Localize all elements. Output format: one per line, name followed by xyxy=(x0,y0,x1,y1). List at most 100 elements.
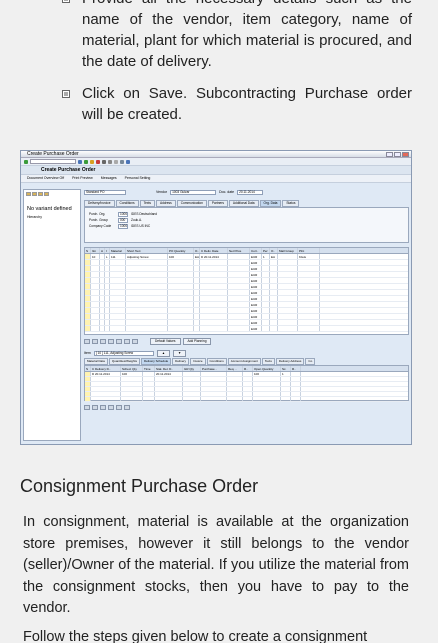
add-planning-button[interactable]: Add Planning xyxy=(182,338,212,345)
delete-row-icon[interactable] xyxy=(100,405,106,410)
window-controls xyxy=(386,152,409,157)
messages-button[interactable]: Messages xyxy=(101,176,117,181)
filter-icon[interactable] xyxy=(124,405,130,410)
document-overview-panel: No variant defined Hierarchy xyxy=(23,189,81,441)
column-header[interactable]: Material xyxy=(110,248,126,253)
section-paragraph-2: Follow the steps given below to create a… xyxy=(23,629,368,643)
column-header[interactable]: O.. xyxy=(270,248,278,253)
tab-item-detail[interactable]: Delivery Address xyxy=(275,358,305,365)
tab-item-detail[interactable]: Material Data xyxy=(84,358,108,365)
window-titlebar: Create Purchase Order xyxy=(21,151,411,158)
column-header[interactable]: Sched. Qty xyxy=(121,366,143,371)
cancel-icon[interactable] xyxy=(96,159,100,164)
default-values-button[interactable]: Default Values xyxy=(150,338,181,345)
column-header[interactable]: GR Qty xyxy=(183,366,201,371)
tab-texts[interactable]: Texts xyxy=(139,200,156,207)
filter-icon[interactable] xyxy=(124,339,130,344)
add-row-icon[interactable] xyxy=(92,339,98,344)
tab-communication[interactable]: Communication xyxy=(176,200,207,207)
tab-partners[interactable]: Partners xyxy=(207,200,228,207)
filter-icon[interactable] xyxy=(32,192,37,196)
column-header[interactable]: R.. xyxy=(243,366,253,371)
layout-icon[interactable] xyxy=(44,192,49,196)
doc-overview-button[interactable]: Document Overview Off xyxy=(27,176,64,181)
folder-icon[interactable] xyxy=(26,192,31,196)
column-header[interactable]: C Deliv. Date xyxy=(200,248,228,253)
tab-item-detail[interactable]: Co xyxy=(305,358,316,365)
list-item: Click on Save. Subcontracting Purchase o… xyxy=(60,83,412,125)
vendor-field[interactable]: 1003 Gulzar xyxy=(170,190,217,195)
tab-status[interactable]: Status xyxy=(282,200,300,207)
save-icon[interactable] xyxy=(78,159,82,164)
prev-item-icon[interactable]: ▲ xyxy=(156,349,170,357)
back-icon[interactable] xyxy=(84,159,88,164)
tab-conditions[interactable]: Conditions xyxy=(115,200,139,207)
bullet-icon xyxy=(62,0,70,3)
instruction-list: Provide all the necessary details such a… xyxy=(60,0,412,136)
tab-item-detail[interactable]: Texts xyxy=(261,358,275,365)
section-paragraph: In consignment, material is available at… xyxy=(23,514,409,616)
delete-row-icon[interactable] xyxy=(100,339,106,344)
item-select[interactable]: [ 10 ] 111, Adjusting Screw xyxy=(93,350,154,356)
item-label: Item xyxy=(84,350,91,355)
tab-additional-data[interactable]: Additional Data xyxy=(228,200,259,207)
details-icon[interactable] xyxy=(84,339,90,344)
next-item-icon[interactable]: ▼ xyxy=(172,349,187,357)
variant-text: No variant defined xyxy=(27,206,72,212)
column-header[interactable]: R.. xyxy=(291,366,301,371)
find-icon[interactable] xyxy=(108,159,112,164)
print-preview-button[interactable]: Print Preview xyxy=(72,176,93,181)
tab-item-detail[interactable]: Delivery xyxy=(172,358,189,365)
column-header[interactable]: Net Price xyxy=(228,248,250,253)
command-field[interactable] xyxy=(30,159,76,164)
table-row[interactable]: EUR xyxy=(85,326,408,332)
tab-item-detail[interactable]: Conditions xyxy=(206,358,227,365)
column-header[interactable]: C Delivery D.. xyxy=(91,366,121,371)
sap-screenshot: Create Purchase Order Create Purchase Or… xyxy=(20,150,412,445)
column-header[interactable]: Open Quantity xyxy=(253,366,281,371)
tab-org-data[interactable]: Org. Data xyxy=(259,200,282,207)
details-icon[interactable] xyxy=(84,405,90,410)
close-icon[interactable] xyxy=(402,152,409,157)
page-icon[interactable] xyxy=(114,159,118,164)
copy-icon[interactable] xyxy=(108,405,114,410)
select-icon[interactable] xyxy=(38,192,43,196)
column-header[interactable]: Curr.. xyxy=(250,248,262,253)
column-header[interactable]: Stat. Del. D.. xyxy=(155,366,183,371)
print-icon[interactable] xyxy=(102,159,106,164)
check-icon[interactable] xyxy=(24,159,28,164)
column-header[interactable]: Time xyxy=(143,366,155,371)
tab-item-detail[interactable]: Account Assignment xyxy=(227,358,261,365)
column-header[interactable]: Req. .. xyxy=(227,366,243,371)
sum-icon[interactable] xyxy=(132,339,138,344)
column-header[interactable]: PO Quantity xyxy=(168,248,194,253)
column-header[interactable]: Sc. xyxy=(281,366,291,371)
column-header[interactable]: Per xyxy=(262,248,270,253)
column-header[interactable]: Matl Group xyxy=(278,248,298,253)
item-grid-body: 10 L 111 Adjusting Screw 100 EA D 20.11.2014 EU… xyxy=(85,254,408,332)
help-icon[interactable] xyxy=(126,159,130,164)
tab-item-detail[interactable]: Delivery Schedule xyxy=(140,358,172,365)
session-icon[interactable] xyxy=(120,159,124,164)
column-header[interactable]: Plnt xyxy=(298,248,320,253)
doc-type-select[interactable]: Standard PO xyxy=(84,190,126,195)
add-row-icon[interactable] xyxy=(92,405,98,410)
sort-icon[interactable] xyxy=(116,339,122,344)
schedule-toolbar xyxy=(84,403,409,412)
minimize-icon[interactable] xyxy=(386,152,393,157)
tab-item-detail[interactable]: Invoice xyxy=(190,358,206,365)
personal-setting-button[interactable]: Personal Setting xyxy=(125,176,151,181)
item-selector-row: Item [ 10 ] 111, Adjusting Screw ▲ ▼ xyxy=(84,349,409,357)
doc-date-field[interactable]: 20.11.2014 xyxy=(237,190,264,195)
column-header[interactable]: Itm xyxy=(91,248,100,253)
sort-icon[interactable] xyxy=(116,405,122,410)
tab-address[interactable]: Address xyxy=(156,200,176,207)
tab-item-detail[interactable]: Quantities/Weights xyxy=(108,358,140,365)
maximize-icon[interactable] xyxy=(394,152,401,157)
tab-delivery-invoice[interactable]: Delivery/Invoice xyxy=(84,200,115,207)
copy-icon[interactable] xyxy=(108,339,114,344)
exit-icon[interactable] xyxy=(90,159,94,164)
column-header[interactable]: Short Text xyxy=(126,248,168,253)
table-row[interactable] xyxy=(85,397,408,402)
column-header[interactable]: Purchase .. xyxy=(201,366,227,371)
